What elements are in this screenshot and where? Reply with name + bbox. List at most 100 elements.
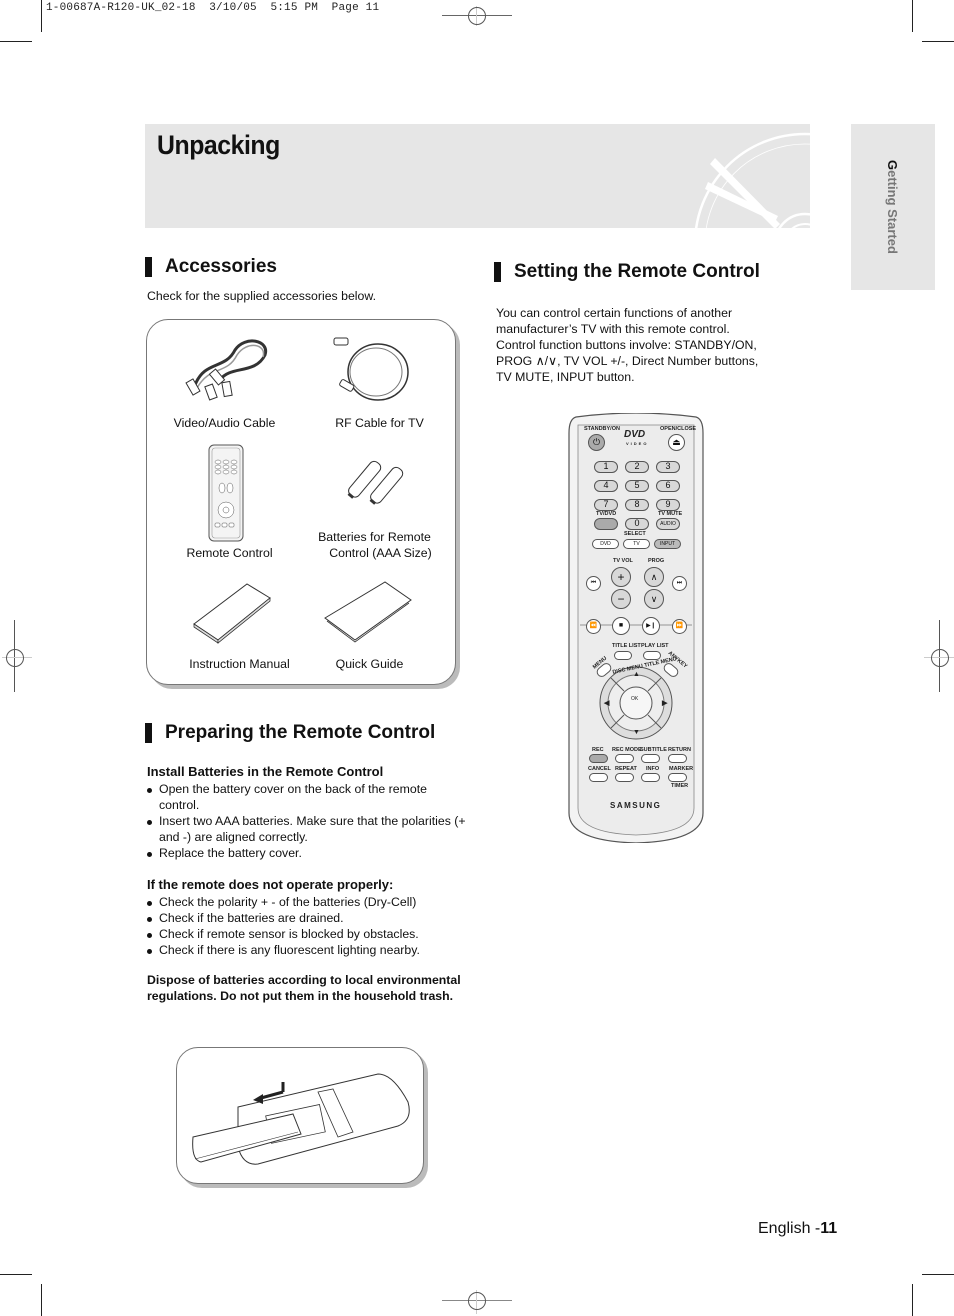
audio-button[interactable]: AUDIO [656, 518, 680, 530]
number-button-3[interactable]: 3 [656, 461, 680, 473]
marker-button[interactable] [668, 773, 687, 782]
registration-mark-left [2, 620, 32, 695]
accessory-label-batteries: Batteries for Remote Control (AAA Size) [318, 530, 432, 560]
select-label: SELECT [624, 531, 646, 537]
install-step: Replace the battery cover. [146, 845, 466, 861]
number-button-7[interactable]: 7 [594, 499, 618, 511]
tv-vol-down-button[interactable]: − [611, 589, 631, 609]
nav-up-arrow[interactable]: ▲ [633, 671, 640, 678]
prog-up-button[interactable]: ∧ [644, 567, 664, 587]
open-close-button[interactable]: ⏏ [668, 434, 685, 451]
install-step: Insert two AAA batteries. Make sure that… [146, 813, 466, 845]
remote-back-icon [192, 1073, 410, 1165]
tv-vol-up-button[interactable]: + [611, 567, 631, 587]
nav-right-arrow[interactable]: ▶ [662, 699, 667, 707]
dispose-note: Dispose of batteries according to local … [147, 973, 461, 1003]
nav-left-arrow[interactable]: ◀ [604, 699, 609, 707]
crop-mark [0, 1274, 32, 1275]
accessory-label-quick-guide: Quick Guide [335, 657, 404, 671]
marker-label: MARKER [669, 766, 694, 772]
standby-button[interactable]: ⏻ [588, 434, 605, 451]
page-footer: English -11 [758, 1220, 838, 1237]
rec-label: REC [592, 747, 604, 753]
accessory-label-av-cable: Video/Audio Cable [173, 416, 276, 430]
manual-icon [193, 583, 271, 644]
dvd-logo: DVD [624, 429, 646, 440]
side-tab-label: Getting Started [885, 160, 900, 254]
accessories-heading: Accessories [145, 257, 277, 277]
info-label: INFO [646, 766, 660, 772]
return-button[interactable] [668, 754, 687, 763]
repeat-button[interactable] [615, 773, 634, 782]
registration-mark-right [924, 620, 954, 695]
fast-forward-button[interactable]: ⏩ [672, 619, 687, 634]
number-button-0[interactable]: 0 [625, 518, 649, 530]
skip-back-button[interactable]: ⏮ [586, 576, 601, 591]
number-button-9[interactable]: 9 [656, 499, 680, 511]
remote-control-illustration: STANDBY/ON ⏻ DVD VIDEO OPEN/CLOSE ⏏ 1 2 … [568, 413, 704, 843]
batteries-icon [347, 460, 404, 505]
stop-button[interactable]: ■ [612, 617, 630, 635]
setting-paragraph: You can control certain functions of ano… [496, 306, 759, 384]
accessory-label-rf-cable: RF Cable for TV [335, 416, 424, 430]
remote-control-icon [208, 444, 244, 542]
rec-button[interactable] [589, 754, 608, 763]
tvvol-label: TV VOL [613, 558, 633, 564]
skip-forward-button[interactable]: ⏭ [672, 576, 687, 591]
prog-down-button[interactable]: ∨ [644, 589, 664, 609]
standby-label: STANDBY/ON [584, 426, 620, 432]
preparing-heading: Preparing the Remote Control [145, 723, 435, 743]
select-tv-button[interactable]: TV [623, 539, 650, 549]
cancel-button[interactable] [589, 773, 608, 782]
troubleshoot-step: Check if the batteries are drained. [146, 910, 466, 926]
cancel-label: CANCEL [588, 766, 611, 772]
subtitle-button[interactable] [641, 754, 660, 763]
number-button-8[interactable]: 8 [625, 499, 649, 511]
crop-mark [41, 1284, 42, 1316]
crop-mark [912, 0, 913, 32]
select-input-button[interactable]: INPUT [654, 539, 681, 549]
tvdvd-label: TV/DVD [596, 511, 617, 517]
rec-mode-label: REC MODE [612, 747, 642, 753]
play-list-button[interactable] [643, 651, 661, 660]
prog-label: PROG [648, 558, 665, 564]
play-list-label: PLAY LIST [641, 643, 669, 649]
repeat-label: REPEAT [615, 766, 637, 772]
dvd-video-label: VIDEO [626, 441, 649, 446]
tvmute-label: TV MUTE [658, 511, 683, 517]
registration-mark-top [442, 6, 512, 26]
number-button-5[interactable]: 5 [625, 480, 649, 492]
nav-down-arrow[interactable]: ▼ [633, 729, 640, 736]
crop-mark [922, 41, 954, 42]
number-button-6[interactable]: 6 [656, 480, 680, 492]
title-list-label: TITLE LIST [612, 643, 641, 649]
number-button-1[interactable]: 1 [594, 461, 618, 473]
rf-cable-icon [333, 337, 409, 401]
install-batteries-title: Install Batteries in the Remote Control [147, 764, 384, 779]
troubleshoot-title: If the remote does not operate properly: [147, 877, 394, 892]
number-button-4[interactable]: 4 [594, 480, 618, 492]
rec-mode-button[interactable] [615, 754, 634, 763]
page-header-band: Unpacking [145, 124, 810, 228]
battery-install-illustration [176, 1047, 424, 1184]
page-number: 11 [820, 1220, 838, 1237]
timer-label: TIMER [671, 783, 689, 789]
tvdvd-button[interactable] [594, 518, 618, 530]
accessories-box: Video/Audio Cable RF Cable for TV Remote… [146, 319, 456, 685]
page-title: Unpacking [157, 130, 280, 160]
print-slug: 1-00687A-R120-UK_02-18 3/10/05 5:15 PM P… [46, 2, 380, 14]
accessory-label-remote: Remote Control [186, 546, 273, 560]
troubleshoot-step: Check if there is any fluorescent lighti… [146, 942, 466, 958]
quick-guide-icon [324, 581, 412, 643]
select-dvd-button[interactable]: DVD [592, 539, 619, 549]
ok-button[interactable]: OK [631, 696, 638, 702]
install-steps-list: Open the battery cover on the back of th… [146, 781, 466, 861]
title-list-button[interactable] [614, 651, 632, 660]
number-button-2[interactable]: 2 [625, 461, 649, 473]
play-pause-button[interactable]: ▶❙ [642, 617, 660, 635]
crop-mark [41, 0, 42, 32]
return-label: RETURN [668, 747, 691, 753]
troubleshoot-list: Check the polarity + - of the batteries … [146, 894, 466, 958]
info-button[interactable] [641, 773, 660, 782]
rewind-button[interactable]: ⏪ [586, 619, 601, 634]
